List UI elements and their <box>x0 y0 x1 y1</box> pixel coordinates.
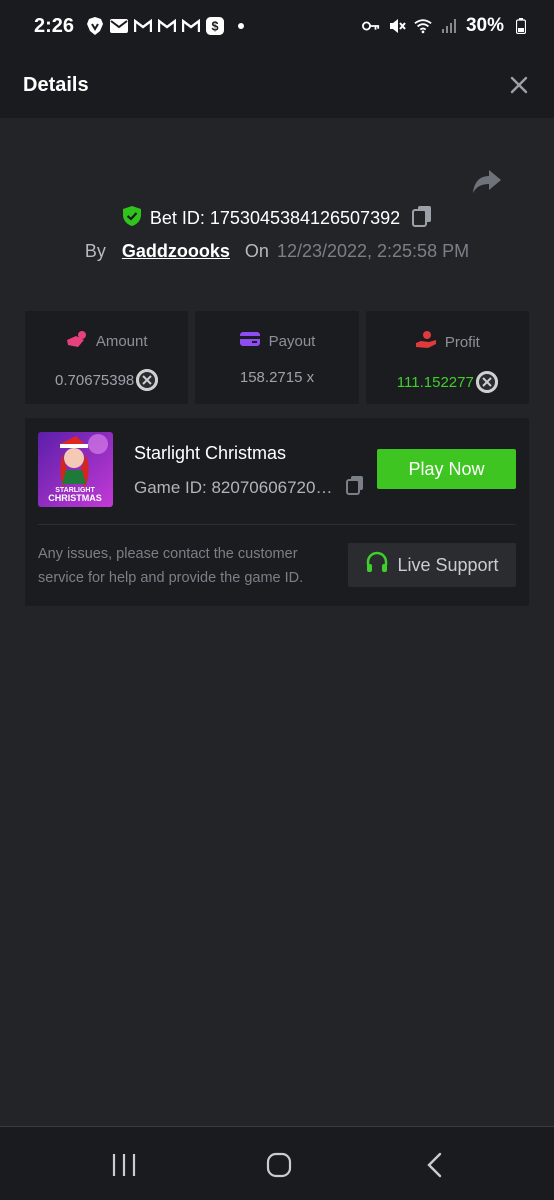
gmail-icon <box>158 17 177 35</box>
stat-profit: Profit 111.152277 <box>365 311 529 404</box>
mail-icon <box>110 17 129 35</box>
amount-icon <box>66 330 88 352</box>
notification-dot <box>238 23 245 29</box>
live-support-label: Live Support <box>397 554 499 575</box>
brave-icon <box>86 17 104 35</box>
back-icon <box>427 1152 442 1178</box>
gmail-icon <box>134 17 153 35</box>
status-time: 2:26 <box>34 14 75 37</box>
close-icon <box>510 76 528 94</box>
home-button[interactable] <box>259 1149 299 1181</box>
status-right: 30% <box>361 15 530 37</box>
profit-hand-icon <box>415 330 437 354</box>
thumb-title-line2: CHRISTMAS <box>48 493 102 503</box>
signal-icon <box>440 17 458 35</box>
copy-icon <box>346 476 363 495</box>
stats-row: Amount 0.70675398 Payout 158.2715 x Prof… <box>25 311 529 404</box>
divider <box>38 524 516 525</box>
payout-card-icon <box>239 330 261 352</box>
live-support-button[interactable]: Live Support <box>348 543 516 587</box>
stat-amount-value: 0.70675398 <box>55 371 135 389</box>
by-label: By <box>84 241 106 261</box>
cashapp-icon: $ <box>206 17 225 35</box>
status-bar: 2:26 $ 30% <box>0 0 554 52</box>
gmail-icon <box>182 17 201 35</box>
help-text: Any issues, please contact the customer … <box>38 546 304 586</box>
bet-datetime: 12/23/2022, 2:25:58 PM <box>276 241 470 261</box>
header: Details <box>0 52 554 118</box>
coin-icon <box>475 371 498 393</box>
game-card: STARLIGHT CHRISTMAS Starlight Christmas … <box>25 418 529 606</box>
back-button[interactable] <box>415 1149 455 1181</box>
stat-payout-label: Payout <box>268 332 316 350</box>
game-name: Starlight Christmas <box>134 443 287 463</box>
svg-text:$: $ <box>212 20 219 34</box>
headset-icon <box>365 551 389 580</box>
status-left: 2:26 $ <box>34 14 245 38</box>
mute-icon <box>388 17 406 35</box>
copy-game-id-button[interactable] <box>346 475 364 500</box>
stat-payout: Payout 158.2715 x <box>195 311 359 404</box>
recents-button[interactable] <box>104 1149 144 1181</box>
share-icon <box>473 170 501 193</box>
wifi-icon <box>414 17 432 35</box>
play-now-button[interactable]: Play Now <box>377 449 516 489</box>
copy-bet-id-button[interactable] <box>412 205 432 232</box>
battery-icon <box>512 17 530 35</box>
game-id: Game ID: 82070606720000000 <box>134 477 338 497</box>
coin-icon <box>136 369 159 391</box>
bet-id-row: Bet ID: 1753045384126507392 <box>0 205 554 232</box>
system-nav-bar <box>0 1126 554 1200</box>
close-button[interactable] <box>506 72 532 98</box>
stat-profit-value: 111.152277 <box>396 373 474 391</box>
game-thumbnail[interactable]: STARLIGHT CHRISTMAS <box>38 432 113 507</box>
stat-amount: Amount 0.70675398 <box>25 311 189 404</box>
stat-amount-label: Amount <box>95 332 148 350</box>
battery-percent: 30% <box>465 15 504 36</box>
recents-icon <box>112 1154 136 1176</box>
game-id-row: Game ID: 82070606720000000 <box>134 475 364 500</box>
key-icon <box>361 17 380 35</box>
username-link[interactable]: Gaddzoooks <box>122 241 230 262</box>
stat-profit-label: Profit <box>444 333 480 351</box>
stat-payout-value: 158.2715 x <box>239 369 315 386</box>
shield-check-icon <box>122 205 142 232</box>
bet-meta-row: By Gaddzoooks On 12/23/2022, 2:25:58 PM <box>0 241 554 262</box>
home-icon <box>266 1152 292 1178</box>
copy-icon <box>412 206 432 227</box>
share-button[interactable] <box>472 168 506 198</box>
page-title: Details <box>23 73 89 96</box>
on-label: On <box>244 241 269 261</box>
bet-id: Bet ID: 1753045384126507392 <box>149 208 401 228</box>
